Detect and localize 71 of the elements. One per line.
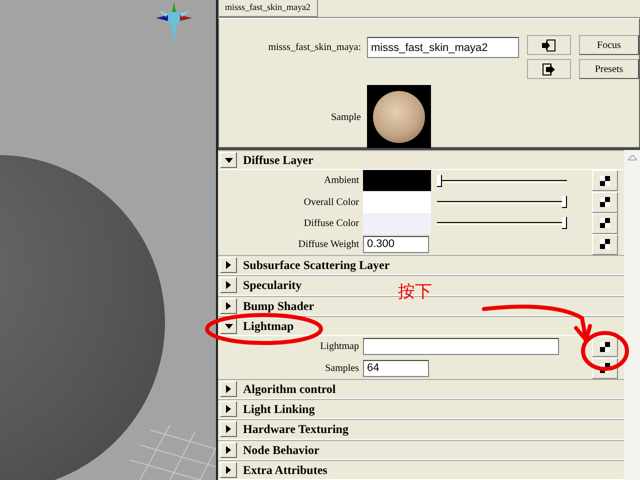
attribute-label: Samples [324, 362, 360, 376]
caret-right-icon [226, 425, 231, 434]
file-field[interactable] [363, 338, 559, 356]
slider-thumb[interactable] [562, 217, 567, 230]
name-field[interactable]: misss_fast_skin_maya2 [367, 37, 519, 58]
attribute-label: Ambient [323, 174, 360, 188]
caret-right-icon [226, 466, 231, 474]
sample-swatch [367, 85, 431, 149]
input-connections-button[interactable] [527, 35, 571, 55]
expand-toggle[interactable] [220, 380, 237, 397]
slider-track[interactable] [437, 174, 567, 187]
scrollbar[interactable] [624, 150, 640, 480]
toolbar-button[interactable]: Focus [579, 35, 639, 55]
attribute-label: Overall Color [302, 196, 360, 210]
checker-icon [600, 197, 610, 208]
map-button[interactable] [592, 170, 618, 192]
slider-track[interactable] [437, 217, 567, 230]
expand-toggle[interactable] [220, 421, 237, 438]
caret-right-icon [226, 384, 231, 393]
scroll-up-icon [628, 155, 636, 161]
attribute-label: Diffuse Color [302, 216, 360, 231]
toolbar-button[interactable]: Presets [579, 59, 639, 79]
arrow-out-of-box-icon [542, 62, 556, 76]
section-title[interactable]: Node Behavior [243, 440, 320, 459]
annotation-text: 按下 [398, 281, 432, 304]
map-button[interactable] [592, 234, 618, 255]
checker-icon [600, 239, 610, 250]
section-title[interactable]: Light Linking [243, 400, 315, 418]
map-button[interactable] [592, 212, 618, 234]
section-title[interactable]: Algorithm control [243, 380, 336, 398]
color-swatch[interactable] [363, 170, 431, 192]
caret-right-icon [226, 446, 231, 454]
section-title[interactable]: Bump Shader [243, 296, 314, 315]
expand-toggle[interactable] [220, 298, 237, 314]
checker-icon [600, 176, 610, 186]
checker-icon [600, 218, 610, 228]
attribute-label: Lightmap [319, 340, 360, 354]
number-field[interactable]: 64 [363, 360, 429, 377]
caret-down-icon [224, 324, 232, 329]
caret-right-icon [226, 405, 231, 414]
caret-right-icon [226, 281, 231, 290]
slider-thumb[interactable] [562, 196, 567, 208]
number-field[interactable]: 0.300 [363, 236, 429, 253]
output-connections-button[interactable] [527, 59, 571, 79]
expand-toggle[interactable] [220, 277, 237, 294]
name-label: misss_fast_skin_maya: [267, 41, 362, 55]
attribute-label: Diffuse Weight [297, 238, 360, 252]
node-tab[interactable]: misss_fast_skin_maya2 [218, 0, 318, 17]
circle-mark [580, 330, 630, 372]
section-title[interactable]: Subsurface Scattering Layer [243, 256, 390, 274]
section-title[interactable]: Diffuse Layer [243, 151, 314, 170]
slider-track[interactable] [437, 196, 567, 208]
slider-thumb[interactable] [437, 174, 442, 187]
expand-toggle[interactable] [220, 462, 237, 478]
expand-toggle[interactable] [220, 442, 237, 458]
color-swatch[interactable] [363, 192, 431, 213]
checker-icon [600, 342, 610, 352]
color-swatch[interactable] [363, 212, 431, 234]
caret-right-icon [226, 302, 231, 310]
section-title[interactable]: Specularity [243, 276, 302, 294]
caret-down-icon [224, 158, 232, 163]
expand-toggle[interactable] [220, 257, 237, 274]
arrow-into-box-icon [542, 38, 556, 52]
map-button[interactable] [592, 336, 618, 358]
sample-label: Sample [330, 110, 362, 124]
expand-toggle[interactable] [220, 401, 237, 418]
caret-right-icon [226, 261, 231, 270]
expand-toggle[interactable] [220, 152, 237, 168]
section-title[interactable]: Extra Attributes [243, 460, 328, 479]
map-button[interactable] [592, 192, 618, 213]
section-title[interactable]: Hardware Texturing [243, 420, 348, 438]
